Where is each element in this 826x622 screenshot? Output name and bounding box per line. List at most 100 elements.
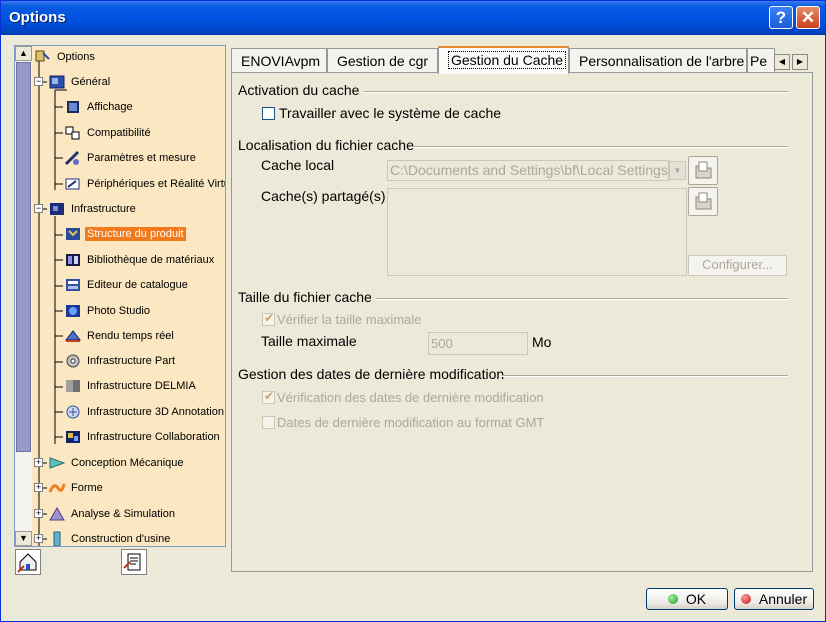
plant-construction-icon <box>48 531 66 546</box>
gmt-dates-label: Dates de dernière modification au format… <box>277 415 545 430</box>
tab-label: Gestion du Cache <box>448 51 567 69</box>
tab-personnalisation-arbre[interactable]: Personnalisation de l'arbre <box>569 48 747 73</box>
divider <box>502 375 788 377</box>
tree-item-label: Conception Mécanique <box>71 457 184 469</box>
browse-shared-button[interactable] <box>688 187 718 216</box>
tab-label: Gestion de cgr <box>337 53 429 69</box>
tree-item-delmia-infrastructure[interactable]: Infrastructure DELMIA <box>64 376 198 396</box>
devices-icon <box>64 176 82 192</box>
divider <box>410 146 788 148</box>
title-bar[interactable]: Options ? ✕ <box>1 1 825 35</box>
collapse-icon[interactable]: − <box>34 77 43 86</box>
window-title: Options <box>9 9 66 26</box>
tree-item-material-library[interactable]: Bibliothèque de matériaux <box>64 250 216 270</box>
gmt-dates-checkbox[interactable] <box>262 416 275 429</box>
tree-item-infrastructure[interactable]: Infrastructure <box>48 199 138 219</box>
divider <box>376 298 788 300</box>
tree-item-collaboration[interactable]: Infrastructure Collaboration <box>64 427 222 447</box>
options-window: Options ? ✕ ▲ ▼ Options − Général Affich… <box>0 0 826 622</box>
tree-item-general[interactable]: Général <box>48 72 112 92</box>
expand-icon[interactable]: + <box>34 483 43 492</box>
tree-item-product-structure[interactable]: Structure du produit <box>64 224 186 244</box>
tab-gestion-cgr[interactable]: Gestion de cgr <box>327 48 438 73</box>
work-with-cache-checkbox[interactable] <box>262 107 275 120</box>
ok-green-icon <box>667 594 678 604</box>
tree-item-options[interactable]: Options <box>34 47 97 67</box>
help-icon[interactable]: ? <box>769 6 793 29</box>
local-cache-label: Cache local <box>261 157 335 173</box>
tree-item-label: Affichage <box>87 101 133 113</box>
analysis-simulation-icon <box>48 506 66 522</box>
tab-scroll-left-icon[interactable]: ◀ <box>774 54 790 70</box>
options-tree: ▲ ▼ Options − Général Affichage Compatib… <box>14 45 226 547</box>
tree-item-mechanical-design[interactable]: Conception Mécanique <box>48 453 186 473</box>
expand-icon[interactable]: + <box>34 458 43 467</box>
photo-studio-icon <box>64 303 82 319</box>
shared-cache-list[interactable] <box>387 188 687 276</box>
expand-icon[interactable]: + <box>34 534 43 543</box>
check-max-size-label: Vérifier la taille maximale <box>277 312 422 327</box>
tree-item-label: Paramètres et mesure <box>87 152 196 164</box>
tree-item-label: Infrastructure 3D Annotation <box>87 406 224 418</box>
tree-item-label: Périphériques et Réalité Virtue <box>87 178 226 190</box>
tree-item-label: Photo Studio <box>87 305 150 317</box>
tree-item-label: Infrastructure <box>71 203 136 215</box>
scroll-thumb[interactable] <box>16 62 31 452</box>
shared-cache-label: Cache(s) partagé(s) <box>261 188 386 204</box>
tree-item-label: Infrastructure Part <box>87 355 176 367</box>
tree-item-devices[interactable]: Périphériques et Réalité Virtue <box>64 174 226 194</box>
local-cache-value: C:\Documents and Settings\bf\Local Setti… <box>390 162 669 178</box>
check-max-size-checkbox[interactable]: ✔ <box>262 311 275 326</box>
expand-icon[interactable]: + <box>34 509 43 518</box>
general-icon <box>48 74 66 90</box>
shape-icon <box>48 480 66 496</box>
chevron-down-icon[interactable]: ▼ <box>669 161 686 180</box>
section-title-dates: Gestion des dates de dernière modificati… <box>238 366 505 382</box>
scroll-down-icon[interactable]: ▼ <box>15 531 32 546</box>
ok-label: OK <box>685 591 707 607</box>
tree-item-shape[interactable]: Forme <box>48 478 105 498</box>
scroll-up-icon[interactable]: ▲ <box>15 46 32 61</box>
tab-gestion-cache[interactable]: Gestion du Cache <box>438 46 569 74</box>
max-size-value: 500 <box>431 336 453 351</box>
collapse-icon[interactable]: − <box>34 204 43 213</box>
collaboration-icon <box>64 429 82 445</box>
section-title-activation: Activation du cache <box>238 82 360 98</box>
tree-item-analysis-simulation[interactable]: Analyse & Simulation <box>48 504 177 524</box>
tree-item-display[interactable]: Affichage <box>64 97 135 117</box>
tree-item-label: Bibliothèque de matériaux <box>87 254 215 266</box>
configure-button[interactable]: Configurer... <box>688 255 787 276</box>
browse-local-button[interactable] <box>688 156 718 185</box>
work-with-cache-label: Travailler avec le système de cache <box>279 105 502 121</box>
tree-item-catalog-editor[interactable]: Editeur de catalogue <box>64 275 190 295</box>
tree-item-label: Infrastructure Collaboration <box>87 431 220 443</box>
home-icon[interactable] <box>15 549 41 575</box>
ok-button[interactable]: OK <box>646 588 728 610</box>
local-cache-select[interactable]: C:\Documents and Settings\bf\Local Setti… <box>387 160 669 181</box>
close-icon[interactable]: ✕ <box>796 6 820 29</box>
tree-item-3d-annotation[interactable]: Infrastructure 3D Annotation <box>64 402 225 422</box>
tree-item-label: Forme <box>71 482 103 494</box>
max-size-input[interactable]: 500 <box>428 332 528 355</box>
options-icon <box>34 49 52 65</box>
tree-scrollbar[interactable]: ▲ ▼ <box>15 46 32 546</box>
tree-item-part-infrastructure[interactable]: Infrastructure Part <box>64 351 177 371</box>
material-library-icon <box>64 252 82 268</box>
tree-item-label: Analyse & Simulation <box>71 508 175 520</box>
tab-more[interactable]: Pe <box>747 48 775 73</box>
tree-item-photo-studio[interactable]: Photo Studio <box>64 301 152 321</box>
tree-item-label: Infrastructure DELMIA <box>87 380 196 392</box>
cancel-button[interactable]: Annuler <box>734 588 814 610</box>
tree-item-plant-construction[interactable]: Construction d'usine <box>48 529 172 546</box>
check-dates-checkbox[interactable]: ✔ <box>262 389 275 404</box>
size-unit: Mo <box>532 334 552 350</box>
tab-scroll-right-icon[interactable]: ▶ <box>792 54 808 70</box>
tab-enoviavpm[interactable]: ENOVIAvpm <box>231 48 327 73</box>
export-icon[interactable] <box>121 549 147 575</box>
annotation-3d-icon <box>64 404 82 420</box>
part-infrastructure-icon <box>64 353 82 369</box>
display-icon <box>64 99 82 115</box>
tree-item-parameters[interactable]: Paramètres et mesure <box>64 148 198 168</box>
tree-item-compatibility[interactable]: Compatibilité <box>64 123 153 143</box>
tree-item-realtime-render[interactable]: Rendu temps réel <box>64 326 176 346</box>
